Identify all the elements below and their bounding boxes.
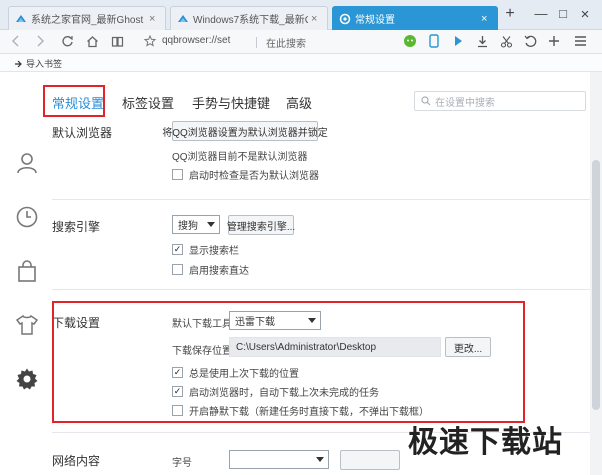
close-tab-icon[interactable]: × [481,13,491,25]
highlight-box-tab [43,85,105,117]
site-watermark: 极速下载站 [408,425,563,460]
tab-settings[interactable]: 常规设置 × [332,6,498,30]
settings-search-input[interactable]: 在设置中搜索 [414,91,586,111]
address-bar[interactable]: qqbrowser://set [162,35,230,46]
refresh-icon[interactable] [59,33,75,49]
shopping-bag-icon[interactable] [14,258,40,284]
settings-gear-icon[interactable] [14,366,40,392]
search-engine-title: 搜索引擎 [52,220,101,234]
undo-icon[interactable] [522,33,538,49]
user-icon[interactable] [14,150,40,176]
search-box[interactable]: 在此搜索 [266,35,306,50]
tab-gestures-shortcuts[interactable]: 手势与快捷键 [192,93,270,112]
download-icon[interactable] [474,33,490,49]
import-bookmarks-button[interactable]: 导入书签 [13,57,62,70]
tab-title: 常规设置 [355,15,395,26]
new-tab-button[interactable]: + [503,6,517,22]
manage-search-engines-button[interactable]: 管理搜索引擎... [227,215,295,235]
checkbox[interactable] [172,169,183,180]
tab-title: 系统之家官网_最新Ghost XP Sp3 [31,15,146,26]
checkbox-checked[interactable]: ✓ [172,244,183,255]
maximize-button[interactable]: □ [556,6,570,21]
tab-xitongzhijia[interactable]: 系统之家官网_最新Ghost XP Sp3 × [8,6,166,30]
check-default-label: 启动时检查是否为默认浏览器 [189,171,319,182]
checkbox[interactable] [172,264,183,275]
history-clock-icon[interactable] [14,204,40,230]
font-size-select[interactable] [229,450,329,469]
import-bookmarks-label: 导入书签 [26,59,63,69]
show-search-bar-checkbox[interactable]: ✓ 显示搜索栏 [172,242,239,257]
search-direct-label: 启用搜索直达 [189,266,249,277]
scissors-icon[interactable] [498,33,514,49]
close-tab-icon[interactable]: × [149,13,159,25]
forward-icon[interactable] [32,33,48,49]
search-placeholder: 在设置中搜索 [435,97,495,109]
search-engine-section: 搜索引擎 搜狗 管理搜索引擎... ✓ 显示搜索栏 启用搜索直达 [52,214,582,284]
bookmarks-bar: 导入书签 [0,54,602,72]
tab-title: Windows7系统下载_最新Ghost w [193,15,308,26]
gear-icon [339,13,351,25]
tab-advanced[interactable]: 高级 [286,93,312,112]
menu-icon[interactable] [572,33,588,49]
phone-icon[interactable] [426,33,442,49]
skin-shirt-icon[interactable] [14,312,40,338]
default-browser-title: 默认浏览器 [52,126,113,140]
home-icon[interactable] [84,33,100,49]
site-logo-icon [177,13,189,25]
search-direct-checkbox[interactable]: 启用搜索直达 [172,262,249,277]
play-icon[interactable] [450,33,466,49]
tab-windows7[interactable]: Windows7系统下载_最新Ghost w × [170,6,328,30]
tab-tab-settings[interactable]: 标签设置 [122,93,174,112]
back-icon[interactable] [8,33,24,49]
settings-sidebar [0,72,52,475]
font-size-label: 字号 [172,458,192,469]
browser-window: 系统之家官网_最新Ghost XP Sp3 × Windows7系统下载_最新G… [0,0,602,475]
search-icon [421,96,431,106]
minimize-button[interactable]: — [534,6,548,21]
tab-bar: 系统之家官网_最新Ghost XP Sp3 × Windows7系统下载_最新G… [0,0,602,30]
default-browser-section: 默认浏览器 将QQ浏览器设置为默认浏览器并锁定 QQ浏览器目前不是默认浏览器 启… [52,120,582,215]
set-default-browser-button[interactable]: 将QQ浏览器设置为默认浏览器并锁定 [162,121,328,141]
network-content-title: 网络内容 [52,454,101,468]
settings-page: 常规设置 标签设置 手势与快捷键 高级 在设置中搜索 默认浏览器 将QQ浏览器设… [0,72,602,475]
chevron-down-icon [316,457,324,462]
wechat-icon[interactable] [402,33,418,49]
close-window-button[interactable]: × [578,6,592,23]
close-tab-icon[interactable]: × [311,13,321,25]
section-divider [52,289,590,290]
customize-font-button[interactable] [340,450,400,470]
import-icon [13,59,23,69]
chevron-down-icon [207,222,215,227]
scrollbar-thumb[interactable] [592,160,600,410]
show-search-bar-label: 显示搜索栏 [189,246,239,257]
book-icon[interactable] [109,33,125,49]
plus-icon[interactable] [546,33,562,49]
search-engine-select[interactable]: 搜狗 [172,215,220,234]
vertical-scrollbar[interactable] [590,72,602,475]
default-browser-status: QQ浏览器目前不是默认浏览器 [172,152,308,163]
highlight-box-download [52,301,525,423]
navigation-toolbar: qqbrowser://set 在此搜索 [0,30,602,54]
check-default-on-startup[interactable]: 启动时检查是否为默认浏览器 [172,167,319,182]
toolbar-divider [256,37,257,48]
search-engine-value: 搜狗 [178,221,198,232]
section-divider [52,199,590,200]
site-logo-icon [15,13,27,25]
star-icon[interactable] [142,33,158,49]
